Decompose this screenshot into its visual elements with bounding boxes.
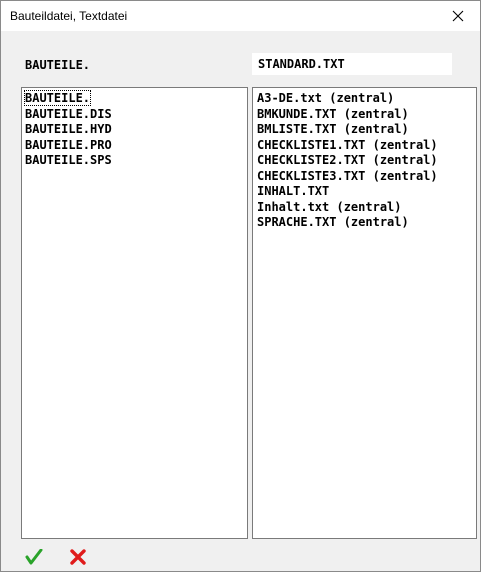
text-file-list[interactable]: A3-DE.txt (zentral) BMKUNDE.TXT (zentral)…: [252, 87, 477, 539]
list-item-label: A3-DE.txt (zentral): [257, 91, 395, 105]
list-item[interactable]: CHECKLISTE2.TXT (zentral): [253, 153, 476, 169]
component-file-list[interactable]: BAUTEILE. BAUTEILE.DIS BAUTEILE.HYD BAUTEIL…: [21, 87, 248, 539]
list-item[interactable]: BMKUNDE.TXT (zentral): [253, 107, 476, 123]
list-item[interactable]: BAUTEILE.DIS: [22, 107, 247, 123]
list-item-label: Inhalt.txt (zentral): [257, 199, 402, 214]
ok-button[interactable]: [23, 546, 45, 568]
list-item-label: BAUTEILE.PRO: [25, 137, 112, 152]
list-item[interactable]: SPRACHE.TXT (zentral): [253, 215, 476, 231]
list-item[interactable]: BAUTEILE.SPS: [22, 153, 247, 169]
list-item[interactable]: CHECKLISTE1.TXT (zentral): [253, 138, 476, 154]
text-file-field[interactable]: STANDARD.TXT: [252, 53, 452, 75]
cancel-button[interactable]: [67, 546, 89, 568]
list-item[interactable]: A3-DE.txt (zentral): [253, 91, 476, 107]
close-icon: [452, 10, 464, 22]
list-item-label: CHECKLISTE1.TXT (zentral): [257, 137, 438, 152]
list-item-label: CHECKLISTE2.TXT (zentral): [257, 153, 438, 167]
close-button[interactable]: [436, 1, 480, 31]
list-item-label: BAUTEILE.DIS: [25, 106, 112, 121]
list-item[interactable]: Inhalt.txt (zentral): [253, 200, 476, 216]
list-item-label: INHALT.TXT: [257, 184, 330, 198]
list-item[interactable]: BAUTEILE.PRO: [22, 138, 247, 154]
component-file-label: BAUTEILE.: [25, 58, 91, 72]
dialog-window: Bauteildatei, Textdatei BAUTEILE. STANDA…: [0, 0, 481, 572]
window-title: Bauteildatei, Textdatei: [10, 9, 128, 23]
list-item[interactable]: BAUTEILE.HYD: [22, 122, 247, 138]
list-item-label: CHECKLISTE3.TXT (zentral): [257, 168, 438, 183]
list-item-label: SPRACHE.TXT (zentral): [257, 215, 409, 229]
list-item[interactable]: CHECKLISTE3.TXT (zentral): [253, 169, 476, 185]
x-icon: [70, 549, 86, 565]
list-item[interactable]: BAUTEILE.: [22, 90, 247, 107]
title-bar: Bauteildatei, Textdatei: [1, 1, 480, 31]
list-item-label: BMLISTE.TXT (zentral): [257, 122, 409, 136]
list-item-label: BAUTEILE.: [23, 90, 92, 106]
list-item[interactable]: INHALT.TXT: [253, 184, 476, 200]
checkmark-icon: [25, 549, 43, 565]
list-item[interactable]: BMLISTE.TXT (zentral): [253, 122, 476, 138]
list-item-label: BAUTEILE.SPS: [25, 153, 112, 167]
list-item-label: BMKUNDE.TXT (zentral): [257, 106, 409, 121]
list-item-label: BAUTEILE.HYD: [25, 122, 112, 136]
